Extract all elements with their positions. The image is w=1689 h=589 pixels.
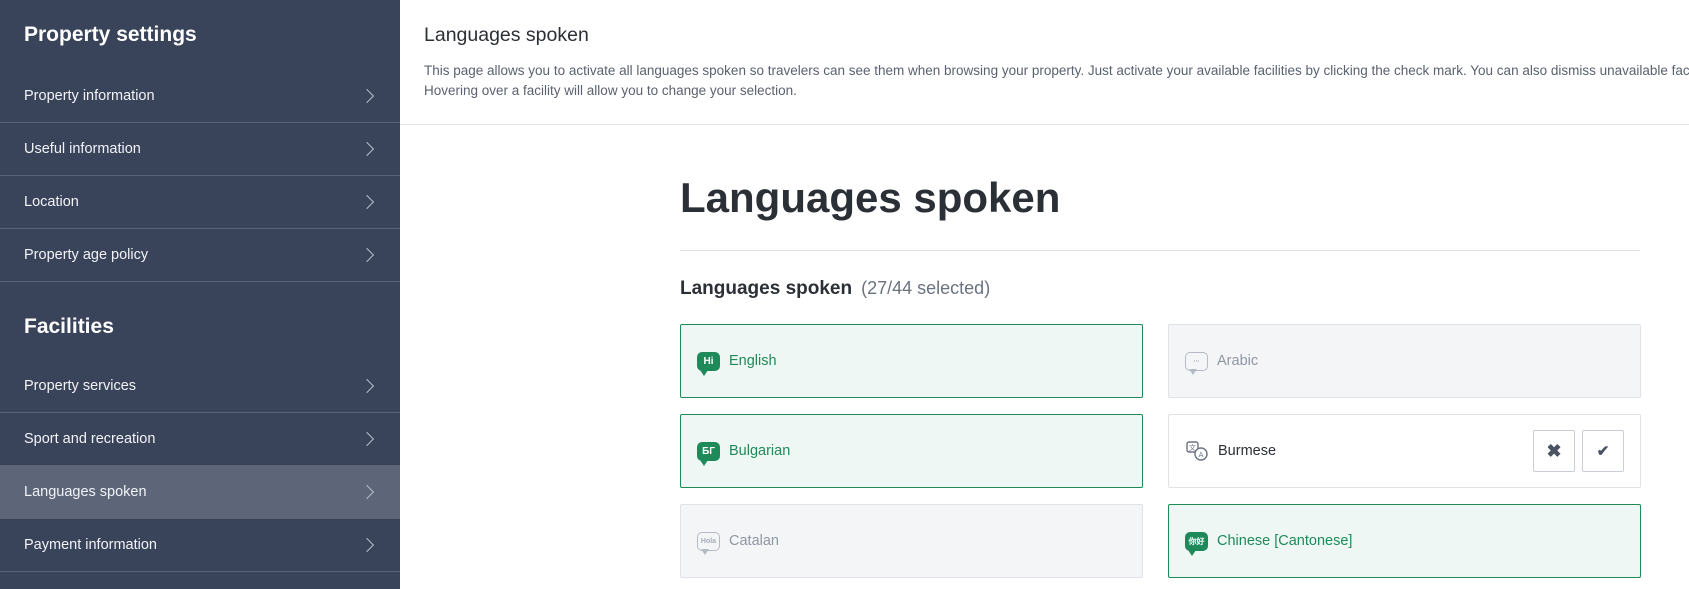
bulgarian-speech-icon: БГ [697, 441, 720, 466]
divider [680, 250, 1640, 251]
sidebar-item-label: Payment information [24, 537, 157, 553]
language-card-bulgarian[interactable]: БГ Bulgarian [680, 414, 1143, 488]
sidebar-item-label: Property information [24, 88, 155, 104]
chevron-right-icon [359, 141, 375, 157]
cantonese-speech-icon: 你好 [1185, 531, 1208, 556]
chevron-right-icon [359, 247, 375, 263]
translate-icon: 文 A [1185, 440, 1209, 462]
confirm-button[interactable]: ✔ [1582, 430, 1624, 472]
header-description-line2: Hovering over a facility will allow you … [424, 83, 797, 98]
sidebar: Property settings Property information U… [0, 0, 400, 589]
selected-count: (27/44 selected) [861, 278, 991, 298]
facilities-heading: Facilities [24, 315, 114, 338]
language-label: Arabic [1217, 353, 1259, 369]
english-speech-icon: Hi [697, 351, 720, 376]
sidebar-item-sport-and-recreation[interactable]: Sport and recreation [0, 413, 400, 466]
section-header: Languages spoken (27/44 selected) [680, 278, 1640, 302]
sidebar-item-property-services[interactable]: Property services [0, 360, 400, 413]
property-settings-heading: Property settings [24, 23, 197, 46]
chevron-right-icon [359, 378, 375, 394]
card-actions: ✖ ✔ [1533, 430, 1624, 472]
language-label: Chinese [Cantonese] [1217, 533, 1353, 549]
content-area: Languages spoken Languages spoken (27/44… [680, 125, 1641, 578]
sidebar-item-label: Useful information [24, 141, 141, 157]
chevron-right-icon [359, 194, 375, 210]
header-description-line1: This page allows you to activate all lan… [424, 63, 1689, 78]
sidebar-item-label: Property age policy [24, 247, 149, 263]
sidebar-item-label: Languages spoken [24, 484, 147, 500]
language-label: Burmese [1218, 443, 1277, 459]
language-card-chinese-cantonese[interactable]: 你好 Chinese [Cantonese] [1168, 504, 1641, 578]
sidebar-item-label: Sport and recreation [24, 431, 156, 447]
header-title: Languages spoken [424, 24, 589, 46]
arabic-speech-icon: ⋯ [1185, 351, 1208, 375]
language-card-arabic[interactable]: ⋯ Arabic [1168, 324, 1641, 398]
chevron-right-icon [359, 537, 375, 553]
chevron-right-icon [359, 484, 375, 500]
dismiss-button[interactable]: ✖ [1533, 430, 1575, 472]
chevron-right-icon [359, 88, 375, 104]
sidebar-item-location[interactable]: Location [0, 176, 400, 229]
language-card-english[interactable]: Hi English [680, 324, 1143, 398]
language-label: Catalan [729, 533, 779, 549]
close-icon: ✖ [1546, 440, 1562, 461]
language-label: Bulgarian [729, 443, 791, 459]
sidebar-item-useful-information[interactable]: Useful information [0, 123, 400, 176]
language-card-burmese[interactable]: 文 A Burmese ✖ ✔ [1168, 414, 1641, 488]
page-title: Languages spoken [680, 174, 1061, 221]
sidebar-item-payment-information[interactable]: Payment information [0, 519, 400, 572]
page-header: Languages spoken This page allows you to… [400, 0, 1689, 125]
language-grid: Hi English ⋯ Arabic БГ Bulgarian 文 A Bur… [680, 324, 1641, 578]
catalan-speech-icon: Hola [697, 531, 720, 555]
sidebar-item-property-age-policy[interactable]: Property age policy [0, 229, 400, 282]
language-label: English [729, 353, 777, 369]
sidebar-item-languages-spoken[interactable]: Languages spoken [0, 466, 400, 519]
sidebar-item-label: Location [24, 194, 79, 210]
language-card-catalan[interactable]: Hola Catalan [680, 504, 1143, 578]
sidebar-item-label: Property services [24, 378, 137, 394]
svg-text:文: 文 [1189, 443, 1196, 452]
svg-text:A: A [1199, 451, 1204, 459]
main-panel: Languages spoken This page allows you to… [400, 0, 1689, 589]
chevron-right-icon [359, 431, 375, 447]
sidebar-item-property-information[interactable]: Property information [0, 70, 400, 123]
section-title: Languages spoken [680, 278, 853, 299]
check-icon: ✔ [1596, 443, 1610, 460]
